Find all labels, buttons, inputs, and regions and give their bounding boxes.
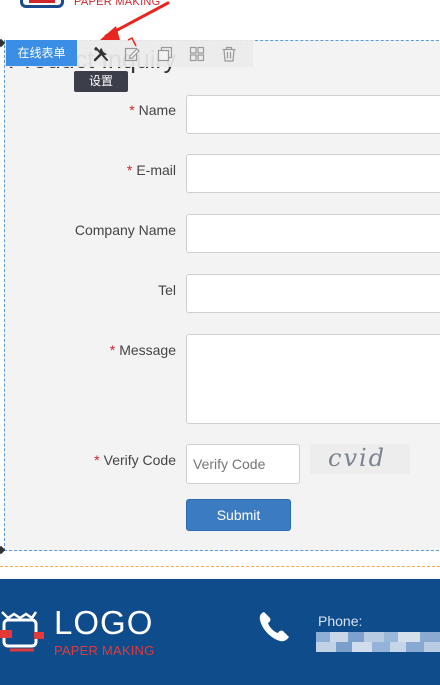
pointer-arrow-icon [100,1,170,47]
required-mark: * [126,162,133,178]
captcha-text: cvid [328,444,387,472]
header-logo-icon [20,0,64,8]
settings-tooltip: 设置 [74,71,128,92]
logo-icon [0,611,44,652]
footer-logo-text: LOGO [54,604,154,641]
delete-icon[interactable] [219,44,239,64]
name-input[interactable] [186,95,440,134]
required-mark: * [129,102,135,118]
section-divider [0,566,440,567]
phone-icon [259,612,289,642]
footer-logo-subtitle: PAPER MAKING [54,643,155,658]
message-textarea[interactable] [186,334,440,424]
module-type-tag[interactable]: 在线表单 [6,40,77,66]
required-mark: * [109,342,116,358]
company-name-input[interactable] [186,214,440,253]
tel-label: Tel [158,282,176,298]
company-name-label: Company Name [74,222,176,238]
footer-phone-label: Phone: [318,613,363,629]
verify-code-input[interactable] [186,444,300,484]
verify-code-label: * Verify Code [94,452,176,468]
email-label: * E-mail [126,162,176,178]
required-mark: * [94,452,100,468]
phone-number-redacted [316,632,440,652]
grid-icon[interactable] [187,44,207,64]
message-label: * Message [109,342,176,358]
name-label: * Name [129,102,176,118]
submit-button[interactable]: Submit [186,499,291,531]
email-input[interactable] [186,154,440,193]
tel-input[interactable] [186,274,440,313]
site-header: PAPER MAKING [0,0,440,22]
captcha-image[interactable]: cvid [310,444,410,474]
